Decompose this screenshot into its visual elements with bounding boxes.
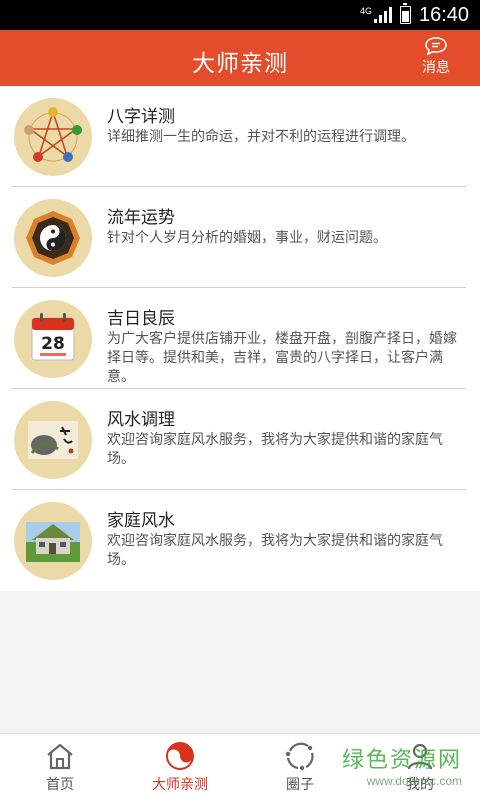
item-description: 针对个人岁月分析的婚姻，事业，财运问题。 [107, 230, 387, 246]
item-title: 流年运势 [107, 208, 175, 228]
circle-icon [285, 742, 314, 771]
tab-circle[interactable]: 圈子 [240, 734, 360, 800]
calendar-icon: 28 [14, 300, 92, 378]
list-item-bazi[interactable]: 八字详测 详细推测一生的命运，并对不利的运程进行调理。 [0, 86, 480, 187]
calendar-day: 28 [41, 334, 65, 354]
item-description: 为广大客户提供店铺开业，楼盘开盘，剖腹产择日，婚嫁择日等。提供和美，吉祥，富贵的… [107, 331, 457, 385]
tab-label: 首页 [46, 777, 74, 793]
bottom-tab-bar: 首页 大师亲测 圈子 我的 [0, 733, 480, 800]
fengshui-painting-icon [14, 401, 92, 479]
item-description: 欢迎咨询家庭风水服务，我将为大家提供和谐的家庭气场。 [107, 533, 443, 568]
list-item-jiri[interactable]: 28 吉日良辰 为广大客户提供店铺开业，楼盘开盘，剖腹产择日，婚嫁择日等。提供和… [0, 288, 480, 389]
item-description: 详细推测一生的命运，并对不利的运程进行调理。 [107, 129, 415, 145]
service-list: 八字详测 详细推测一生的命运，并对不利的运程进行调理。 流年运势 针对个人岁月分… [0, 86, 480, 591]
bagua-taiji-icon [14, 199, 92, 277]
house-icon [14, 502, 92, 580]
list-item-jiating-fengshui[interactable]: 家庭风水 欢迎咨询家庭风水服务，我将为大家提供和谐的家庭气场。 [0, 490, 480, 591]
page-title: 大师亲测 [192, 51, 288, 77]
tab-label: 圈子 [286, 777, 314, 793]
list-item-fengshui-tiaoli[interactable]: 风水调理 欢迎咨询家庭风水服务，我将为大家提供和谐的家庭气场。 [0, 389, 480, 490]
taiji-icon [166, 742, 194, 770]
tab-master-test[interactable]: 大师亲测 [120, 734, 240, 800]
network-type: 4G [360, 6, 373, 16]
battery-icon [400, 3, 411, 24]
app-header: 大师亲测 消息 [0, 30, 480, 86]
item-title: 风水调理 [107, 410, 175, 430]
tab-label: 我的 [406, 777, 434, 793]
list-item-liunian[interactable]: 流年运势 针对个人岁月分析的婚姻，事业，财运问题。 [0, 187, 480, 288]
item-title: 八字详测 [107, 107, 175, 127]
item-title: 家庭风水 [107, 511, 175, 531]
clock: 16:40 [419, 4, 470, 26]
message-button[interactable]: 消息 [414, 36, 458, 77]
bazi-wuxing-icon [14, 98, 92, 176]
message-label: 消息 [422, 60, 450, 76]
tab-label: 大师亲测 [152, 777, 208, 793]
item-description: 欢迎咨询家庭风水服务，我将为大家提供和谐的家庭气场。 [107, 432, 443, 467]
status-bar: 4G 16:40 [0, 0, 480, 30]
profile-icon [407, 743, 433, 770]
tab-home[interactable]: 首页 [0, 734, 120, 800]
item-title: 吉日良辰 [107, 309, 175, 329]
chat-bubble-icon [425, 37, 447, 56]
home-icon [47, 743, 73, 770]
tab-profile[interactable]: 我的 [360, 734, 480, 800]
signal-icon [374, 7, 396, 27]
